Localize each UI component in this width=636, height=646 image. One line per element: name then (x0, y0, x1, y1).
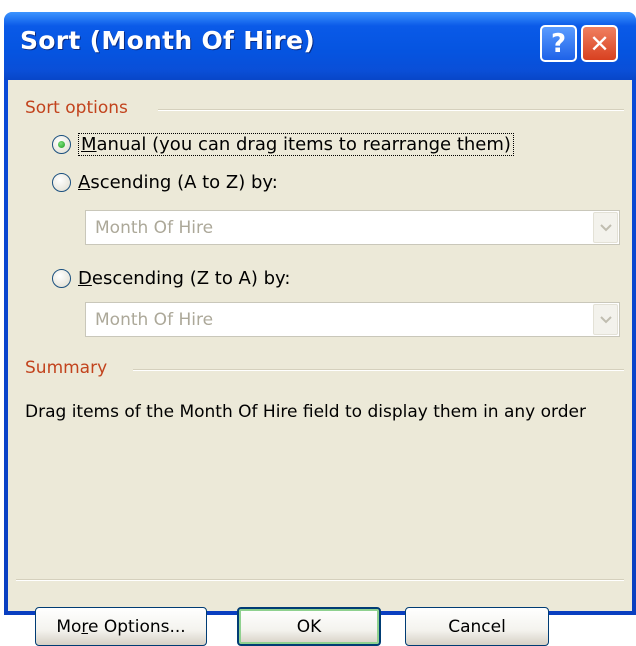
help-icon: ? (550, 28, 567, 59)
title-bar[interactable]: Sort (Month Of Hire) ? ✕ (4, 12, 636, 80)
descending-dropdown-button[interactable] (593, 304, 618, 335)
descending-label: Descending (Z to A) by: (78, 267, 291, 289)
descending-radio[interactable] (52, 268, 71, 288)
summary-heading: Summary (25, 358, 108, 378)
sort-options-heading: Sort options (25, 98, 128, 118)
more-options-label: More Options... (56, 616, 186, 637)
help-button[interactable]: ? (540, 25, 577, 62)
dialog-body: Sort options Manual (you can drag items … (8, 80, 632, 646)
summary-divider (133, 369, 624, 371)
sort-options-divider (158, 109, 624, 111)
chevron-down-icon (599, 315, 612, 323)
ok-button[interactable]: OK (237, 607, 381, 646)
ok-label: OK (296, 616, 322, 637)
ascending-field-select[interactable]: Month Of Hire (85, 210, 620, 245)
dialog-title: Sort (Month Of Hire) (20, 26, 315, 55)
chevron-down-icon (599, 223, 612, 231)
manual-label: Manual (you can drag items to rearrange … (78, 132, 514, 156)
more-options-button[interactable]: More Options... (35, 607, 207, 646)
sort-dialog: Sort (Month Of Hire) ? ✕ Sort options Ma… (4, 12, 636, 646)
descending-field-select[interactable]: Month Of Hire (85, 302, 620, 337)
ascending-radio-option[interactable]: Ascending (A to Z) by: (52, 169, 278, 195)
close-icon: ✕ (589, 29, 610, 58)
manual-radio[interactable] (52, 134, 71, 154)
manual-radio-option[interactable]: Manual (you can drag items to rearrange … (52, 131, 514, 157)
summary-text: Drag items of the Month Of Hire field to… (25, 402, 586, 422)
ascending-radio[interactable] (52, 172, 71, 192)
cancel-label: Cancel (448, 616, 506, 637)
close-button[interactable]: ✕ (581, 25, 618, 62)
ascending-field-value: Month Of Hire (95, 218, 214, 238)
ascending-dropdown-button[interactable] (593, 212, 618, 243)
ascending-label: Ascending (A to Z) by: (78, 171, 278, 193)
descending-field-value: Month Of Hire (95, 310, 214, 330)
descending-radio-option[interactable]: Descending (Z to A) by: (52, 265, 290, 291)
cancel-button[interactable]: Cancel (405, 607, 549, 646)
button-divider (16, 579, 624, 581)
